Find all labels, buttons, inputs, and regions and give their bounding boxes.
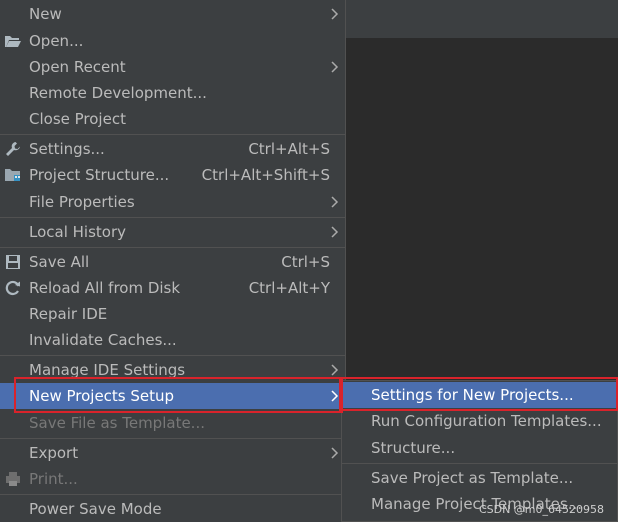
chevron-right-icon	[331, 61, 339, 73]
reload-icon	[5, 280, 20, 296]
menu-item-label: Open...	[29, 32, 84, 50]
save-icon	[6, 255, 20, 269]
menu-item-label: Save File as Template...	[29, 414, 205, 432]
chevron-right-icon	[331, 196, 339, 208]
menu-item-remote-development[interactable]: Remote Development...	[0, 80, 345, 106]
menu-item-reload-all[interactable]: Reload All from Disk Ctrl+Alt+Y	[0, 275, 345, 301]
submenu-item-run-configuration-templates[interactable]: Run Configuration Templates...	[342, 408, 617, 434]
editor-tab-strip	[346, 0, 618, 39]
menu-item-label: Manage IDE Settings	[29, 361, 186, 379]
menu-item-repair-ide[interactable]: Repair IDE	[0, 301, 345, 327]
menu-separator	[0, 438, 345, 439]
menu-item-label: Save Project as Template...	[371, 469, 574, 487]
submenu-item-structure[interactable]: Structure...	[342, 435, 617, 461]
menu-item-file-properties[interactable]: File Properties	[0, 189, 345, 215]
menu-item-local-history[interactable]: Local History	[0, 219, 345, 245]
submenu-item-save-project-as-template[interactable]: Save Project as Template...	[342, 465, 617, 491]
shortcut-label: Ctrl+Alt+Y	[248, 279, 330, 297]
menu-item-label: Remote Development...	[29, 84, 207, 102]
shortcut-label: Ctrl+S	[281, 253, 330, 271]
menu-item-label: Power Save Mode	[29, 500, 162, 518]
menu-item-label: Settings...	[29, 140, 105, 158]
menu-separator	[0, 134, 345, 135]
menu-item-label: Export	[29, 444, 79, 462]
menu-item-label: Invalidate Caches...	[29, 331, 177, 349]
menu-item-new[interactable]: New	[0, 1, 345, 27]
menu-item-new-projects-setup[interactable]: New Projects Setup	[0, 383, 345, 409]
menu-item-label: Repair IDE	[29, 305, 108, 323]
menu-separator	[0, 247, 345, 248]
menu-item-close-project[interactable]: Close Project	[0, 106, 345, 132]
chevron-right-icon	[331, 447, 339, 459]
menu-item-label: Settings for New Projects...	[371, 386, 574, 404]
folder-open-icon	[5, 36, 21, 47]
menu-item-print: Print...	[0, 466, 345, 492]
menu-item-label: New	[29, 5, 62, 23]
menu-separator	[0, 217, 345, 218]
menu-item-save-file-as-template: Save File as Template...	[0, 410, 345, 436]
menu-separator	[342, 463, 617, 464]
chevron-right-icon	[331, 226, 339, 238]
chevron-right-icon	[331, 364, 339, 376]
menu-item-invalidate-caches[interactable]: Invalidate Caches...	[0, 327, 345, 353]
project-structure-icon	[5, 169, 20, 181]
menu-item-label: Run Configuration Templates...	[371, 412, 602, 430]
new-projects-setup-submenu: Settings for New Projects... Run Configu…	[341, 380, 618, 522]
menu-item-manage-ide-settings[interactable]: Manage IDE Settings	[0, 357, 345, 383]
menu-item-open[interactable]: Open...	[0, 28, 345, 54]
menu-item-label: Save All	[29, 253, 90, 271]
shortcut-label: Ctrl+Alt+Shift+S	[201, 166, 330, 184]
menu-separator	[0, 494, 345, 495]
printer-icon	[6, 472, 20, 486]
menu-item-label: Structure...	[371, 439, 456, 457]
chevron-right-icon	[331, 390, 339, 402]
menu-separator	[0, 355, 345, 356]
watermark: CSDN @m0_64520958	[478, 503, 604, 516]
menu-item-label: Open Recent	[29, 58, 126, 76]
shortcut-label: Ctrl+Alt+S	[248, 140, 330, 158]
menu-item-label: Local History	[29, 223, 127, 241]
menu-item-project-structure[interactable]: Project Structure... Ctrl+Alt+Shift+S	[0, 162, 345, 188]
menu-item-label: Print...	[29, 470, 78, 488]
menu-item-export[interactable]: Export	[0, 440, 345, 466]
menu-item-power-save-mode[interactable]: Power Save Mode	[0, 496, 345, 522]
menu-item-label: Project Structure...	[29, 166, 170, 184]
menu-item-label: New Projects Setup	[29, 387, 175, 405]
menu-item-label: Close Project	[29, 110, 126, 128]
file-menu: New Open... Open Recent Remote Developme…	[0, 0, 346, 522]
menu-item-label: Reload All from Disk	[29, 279, 181, 297]
menu-item-open-recent[interactable]: Open Recent	[0, 54, 345, 80]
submenu-item-settings-for-new-projects[interactable]: Settings for New Projects...	[342, 382, 617, 408]
chevron-right-icon	[331, 8, 339, 20]
menu-item-label: File Properties	[29, 193, 135, 211]
menu-item-settings[interactable]: Settings... Ctrl+Alt+S	[0, 136, 345, 162]
menu-item-save-all[interactable]: Save All Ctrl+S	[0, 249, 345, 275]
wrench-icon	[6, 142, 20, 156]
